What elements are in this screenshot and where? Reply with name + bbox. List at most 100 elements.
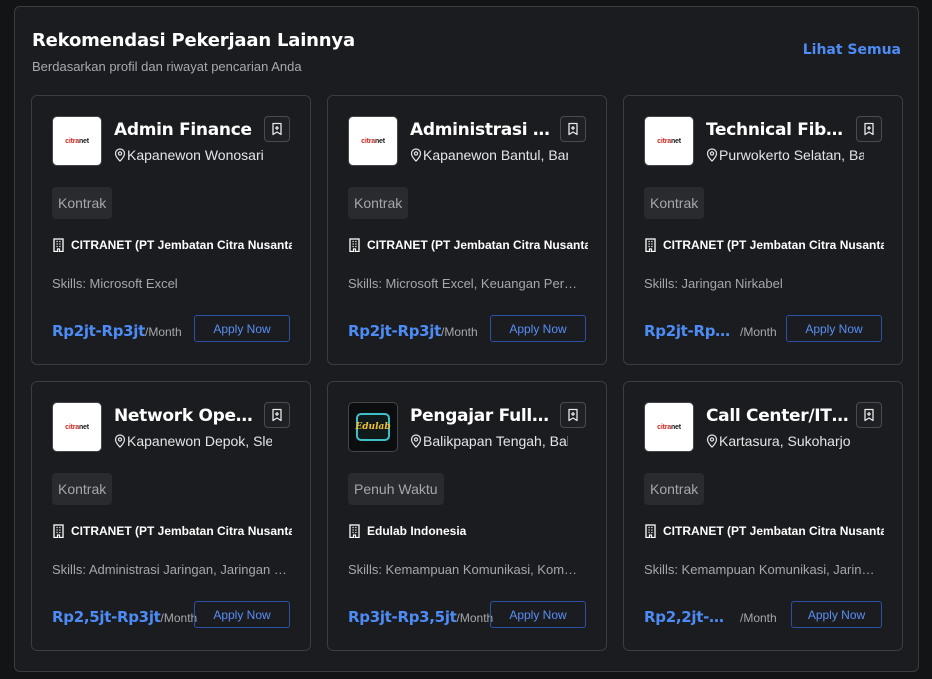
bookmark-button[interactable] bbox=[560, 116, 586, 142]
building-icon bbox=[53, 524, 64, 538]
map-pin-icon bbox=[410, 434, 422, 448]
citranet-logo-icon: citra net bbox=[649, 407, 689, 447]
job-card[interactable]: citra net Admin Finance Kapanewon Wonosar… bbox=[31, 95, 311, 365]
company-text: CITRANET (PT Jembatan Citra Nusantara) bbox=[367, 238, 588, 252]
job-type-badge: Penuh Waktu bbox=[348, 473, 444, 505]
building-icon bbox=[349, 238, 360, 252]
bookmark-plus-icon bbox=[272, 408, 282, 422]
building-icon bbox=[53, 238, 64, 252]
citranet-logo-icon: citra net bbox=[649, 121, 689, 161]
recommendation-panel: Rekomendasi Pekerjaan Lainnya Berdasarka… bbox=[14, 6, 919, 672]
company-text: CITRANET (PT Jembatan Citra Nusantara) bbox=[71, 238, 292, 252]
job-location: Purwokerto Selatan, Banyumas bbox=[706, 147, 864, 163]
location-text: Kartasura, Sukoharjo bbox=[719, 433, 851, 449]
salary: Rp3jt-Rp3,5jt /Month bbox=[348, 608, 493, 626]
job-location: Kartasura, Sukoharjo bbox=[706, 433, 864, 449]
company-name: CITRANET (PT Jembatan Citra Nusantara) bbox=[644, 524, 884, 538]
bookmark-plus-icon bbox=[272, 122, 282, 136]
bookmark-plus-icon bbox=[864, 122, 874, 136]
apply-now-button[interactable]: Apply Now bbox=[194, 315, 290, 342]
company-text: CITRANET (PT Jembatan Citra Nusantara) bbox=[71, 524, 292, 538]
section-header: Rekomendasi Pekerjaan Lainnya Berdasarka… bbox=[32, 30, 901, 80]
location-text: Kapanewon Bantul, Bantul bbox=[423, 147, 568, 163]
salary-amount: Rp2jt-Rp3jt bbox=[52, 322, 145, 340]
bookmark-button[interactable] bbox=[264, 116, 290, 142]
company-name: CITRANET (PT Jembatan Citra Nusantara) bbox=[644, 238, 884, 252]
company-name: CITRANET (PT Jembatan Citra Nusantara) bbox=[52, 524, 292, 538]
apply-now-button[interactable]: Apply Now bbox=[490, 601, 586, 628]
company-logo: citra net bbox=[348, 116, 398, 166]
salary-period: /Month bbox=[740, 325, 777, 339]
company-text: CITRANET (PT Jembatan Citra Nusantara) bbox=[663, 524, 884, 538]
job-title[interactable]: Administrasi Finance bbox=[410, 120, 555, 140]
job-card[interactable]: Edulab Pengajar Fulltime Balikpapan Teng… bbox=[327, 381, 607, 651]
salary-period: /Month bbox=[441, 325, 478, 339]
salary-amount: Rp2,5jt-Rp3jt bbox=[52, 608, 161, 626]
citranet-logo-icon: citra net bbox=[353, 121, 393, 161]
map-pin-icon bbox=[706, 434, 718, 448]
section-subtitle: Berdasarkan profil dan riwayat pencarian… bbox=[32, 59, 302, 74]
salary-period: /Month bbox=[160, 611, 198, 625]
salary-period: /Month bbox=[456, 611, 494, 625]
salary: Rp2jt-Rp3jt /Month bbox=[52, 322, 182, 340]
citranet-logo-icon: citra net bbox=[57, 121, 97, 161]
location-text: Kapanewon Wonosari bbox=[127, 147, 264, 163]
salary-amount: Rp2jt-Rp3jt bbox=[348, 322, 441, 340]
apply-now-button[interactable]: Apply Now bbox=[786, 315, 882, 342]
apply-now-button[interactable]: Apply Now bbox=[490, 315, 586, 342]
location-text: Balikpapan Tengah, Balikpapan bbox=[423, 433, 568, 449]
bookmark-plus-icon bbox=[568, 122, 578, 136]
job-card[interactable]: citranet Technical Fiber Optic Purwokert… bbox=[623, 95, 903, 365]
job-title[interactable]: Technical Fiber Optic bbox=[706, 120, 851, 140]
building-icon bbox=[349, 524, 360, 538]
map-pin-icon bbox=[114, 148, 126, 162]
job-location: Kapanewon Bantul, Bantul bbox=[410, 147, 568, 163]
company-name: CITRANET (PT Jembatan Citra Nusantara) bbox=[348, 238, 588, 252]
job-card[interactable]: citranet Call Center/IT Support Kartasur… bbox=[623, 381, 903, 651]
company-logo: citra net bbox=[644, 402, 694, 452]
job-location: Balikpapan Tengah, Balikpapan bbox=[410, 433, 568, 449]
salary-period: /Month bbox=[740, 611, 777, 625]
salary: Rp2,5jt-Rp3jt /Month bbox=[52, 608, 197, 626]
job-skills: Skills: Kemampuan Komunikasi, Komunikasi… bbox=[348, 562, 584, 577]
bookmark-button[interactable] bbox=[560, 402, 586, 428]
map-pin-icon bbox=[114, 434, 126, 448]
salary: Rp2,2jt-Rp2,5jt /Month bbox=[644, 608, 777, 626]
map-pin-icon bbox=[706, 148, 718, 162]
job-title[interactable]: Network Operator bbox=[114, 406, 259, 426]
bookmark-button[interactable] bbox=[264, 402, 290, 428]
company-logo: citra net bbox=[52, 116, 102, 166]
citranet-logo-icon: citra net bbox=[57, 407, 97, 447]
job-title[interactable]: Admin Finance bbox=[114, 120, 259, 140]
job-skills: Skills: Administrasi Jaringan, Jaringan … bbox=[52, 562, 288, 577]
job-skills: Skills: Microsoft Excel, Keuangan Perusa… bbox=[348, 276, 584, 291]
apply-now-button[interactable]: Apply Now bbox=[194, 601, 290, 628]
company-logo: citra net bbox=[644, 116, 694, 166]
apply-now-button[interactable]: Apply Now bbox=[791, 601, 882, 628]
salary-period: /Month bbox=[145, 325, 182, 339]
edulab-logo-icon: Edulab bbox=[355, 413, 391, 441]
job-type-badge: Kontrak bbox=[52, 473, 113, 505]
salary-amount: Rp2jt-Rp2,5jt bbox=[644, 322, 734, 340]
job-type-badge: Kontrak bbox=[644, 187, 705, 219]
company-logo: Edulab bbox=[348, 402, 398, 452]
bookmark-button[interactable] bbox=[856, 402, 882, 428]
see-all-link[interactable]: Lihat Semua bbox=[803, 42, 901, 58]
job-skills: Skills: Jaringan Nirkabel bbox=[644, 276, 783, 291]
job-card[interactable]: citranet Administrasi Finance Kapanewon … bbox=[327, 95, 607, 365]
job-card[interactable]: citranet Network Operator Kapanewon Depo… bbox=[31, 381, 311, 651]
job-title[interactable]: Call Center/IT Support bbox=[706, 406, 851, 426]
salary-amount: Rp3jt-Rp3,5jt bbox=[348, 608, 457, 626]
building-icon bbox=[645, 238, 656, 252]
job-type-badge: Kontrak bbox=[52, 187, 113, 219]
map-pin-icon bbox=[410, 148, 422, 162]
building-icon bbox=[645, 524, 656, 538]
company-name: Edulab Indonesia bbox=[348, 524, 588, 538]
job-type-badge: Kontrak bbox=[348, 187, 409, 219]
salary: Rp2jt-Rp2,5jt /Month bbox=[644, 322, 777, 340]
bookmark-button[interactable] bbox=[856, 116, 882, 142]
bookmark-plus-icon bbox=[568, 408, 578, 422]
salary: Rp2jt-Rp3jt /Month bbox=[348, 322, 478, 340]
job-title[interactable]: Pengajar Fulltime bbox=[410, 406, 555, 426]
job-skills: Skills: Kemampuan Komunikasi, Jaringan N… bbox=[644, 562, 880, 577]
